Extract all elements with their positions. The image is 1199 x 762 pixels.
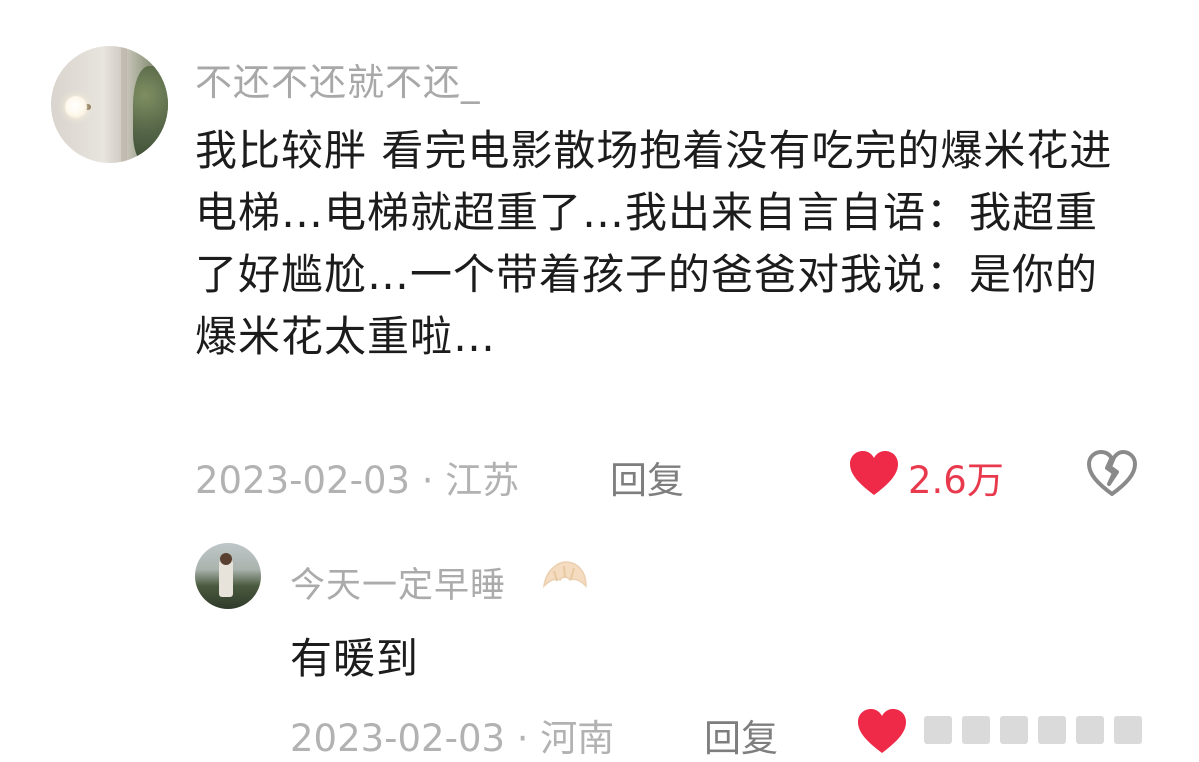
reply-username[interactable]: 今天一定早睡 (290, 557, 506, 608)
like-count: 2.6万 (908, 459, 1004, 502)
reply-button-sub[interactable]: 回复 (704, 708, 778, 762)
heart-like-icon-sub[interactable] (856, 707, 908, 755)
croissant-emoji-icon (540, 558, 590, 602)
reply-date-location: 2023-02-03 · 河南 (290, 717, 615, 760)
heart-like-icon[interactable] (848, 449, 900, 497)
reply-button[interactable]: 回复 (610, 450, 684, 504)
avatar-wall-panel (121, 46, 127, 163)
broken-heart-dislike-icon[interactable] (1086, 449, 1138, 497)
avatar-lamp (65, 96, 87, 118)
comment-text: 我比较胖 看完电影散场抱着没有吃完的爆米花进电梯…电梯就超重了…我出来自言自语：… (195, 126, 1113, 361)
avatar-plant (133, 66, 168, 163)
watermark-overlay (918, 710, 1199, 750)
reply-text: 有暖到 (290, 634, 420, 683)
avatar-figure-head (220, 553, 232, 565)
avatar[interactable] (51, 46, 168, 163)
reply-avatar[interactable] (195, 543, 261, 609)
comment-date-location: 2023-02-03 · 江苏 (195, 459, 520, 502)
comment-username[interactable]: 不还不还就不还_ (195, 52, 481, 106)
